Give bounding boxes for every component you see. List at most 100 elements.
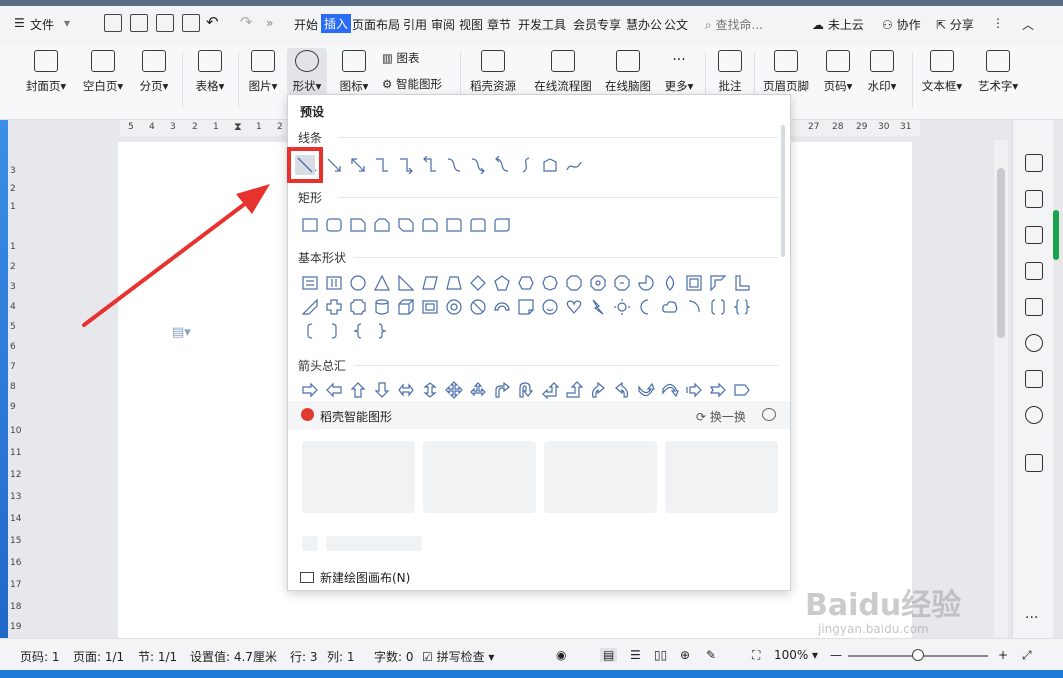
left-right-arrow-shape[interactable] <box>394 378 418 402</box>
tab-smart-office[interactable]: 慧办公 <box>626 16 662 33</box>
folded-corner-shape[interactable] <box>514 295 538 319</box>
cube-shape[interactable] <box>394 295 418 319</box>
fit-page-icon[interactable]: ⛶ <box>752 648 760 663</box>
docer-resources-button[interactable]: 稻壳资源 <box>466 48 520 94</box>
textbox-button[interactable]: 文本框▾ <box>918 48 966 94</box>
pen-icon[interactable] <box>1025 190 1043 208</box>
right-bracket-shape[interactable] <box>322 319 346 343</box>
paragraph-options-icon[interactable]: ▤▾ <box>172 325 191 340</box>
can-shape[interactable] <box>370 295 394 319</box>
elbow-connector-shape[interactable] <box>370 153 394 177</box>
word-count-status[interactable]: 字数: 0 <box>374 648 414 665</box>
new-canvas-button[interactable]: 新建绘图画布(N) <box>300 569 410 586</box>
round-corner-rectangle-shape[interactable] <box>442 213 466 237</box>
print-icon[interactable] <box>156 14 174 32</box>
curved-left-arrow-shape[interactable] <box>610 378 634 402</box>
smart-art-button[interactable]: ⚙ 智能图形 <box>382 76 442 92</box>
wordart-button[interactable]: 艺术字▾ <box>974 48 1022 94</box>
left-bracket-shape[interactable] <box>298 319 322 343</box>
diamond-shape[interactable] <box>466 271 490 295</box>
double-arrow-line-shape[interactable] <box>346 153 370 177</box>
snip-same-side-rectangle-shape[interactable] <box>370 213 394 237</box>
teardrop-shape[interactable] <box>658 271 682 295</box>
cursor-icon[interactable] <box>1025 226 1043 244</box>
freeform-shape[interactable] <box>538 153 562 177</box>
table-button[interactable]: 表格▾ <box>190 48 230 94</box>
smart-shape-card[interactable] <box>544 441 657 513</box>
donut-shape[interactable] <box>442 295 466 319</box>
triangle-shape[interactable] <box>370 271 394 295</box>
oval-shape[interactable] <box>346 271 370 295</box>
curved-right-arrow-shape[interactable] <box>586 378 610 402</box>
plaque-shape[interactable] <box>346 295 370 319</box>
preview-icon[interactable] <box>182 14 200 32</box>
heart-shape[interactable] <box>562 295 586 319</box>
curved-down-arrow-shape[interactable] <box>658 378 682 402</box>
round-same-side-rectangle-shape[interactable] <box>466 213 490 237</box>
no-symbol-shape[interactable] <box>466 295 490 319</box>
round-diagonal-rectangle-shape[interactable] <box>490 213 514 237</box>
curve-shape[interactable] <box>514 153 538 177</box>
moon-shape[interactable] <box>634 295 658 319</box>
reading-view-icon[interactable]: ▯▯ <box>654 648 667 662</box>
vertical-scrollbar[interactable] <box>994 140 1008 638</box>
undo-icon[interactable]: ↶ <box>206 13 219 31</box>
snip-diagonal-rectangle-shape[interactable] <box>394 213 418 237</box>
flowchart-button[interactable]: 在线流程图 <box>532 48 594 94</box>
zoom-dropdown-icon[interactable]: ▾ <box>812 648 818 662</box>
decagon-shape[interactable] <box>586 271 610 295</box>
left-arrow-shape[interactable] <box>322 378 346 402</box>
eye-protection-icon[interactable]: ◉ <box>556 648 566 662</box>
up-arrow-shape[interactable] <box>346 378 370 402</box>
zoom-in-button[interactable]: + <box>998 648 1008 662</box>
curved-double-arrow-connector-shape[interactable] <box>490 153 514 177</box>
collab-button[interactable]: ⚇ 协作 <box>882 16 921 33</box>
page-view-icon[interactable]: ▤ <box>600 648 618 662</box>
book-icon[interactable] <box>1025 370 1043 388</box>
bevel-shape[interactable] <box>418 295 442 319</box>
right-arrow-shape[interactable] <box>298 378 322 402</box>
tab-view[interactable]: 视图 <box>459 16 483 33</box>
blank-page-button[interactable]: 空白页▾ <box>79 48 127 94</box>
pentagon-shape[interactable] <box>490 271 514 295</box>
export-icon[interactable] <box>130 14 148 32</box>
striped-right-arrow-shape[interactable] <box>682 378 706 402</box>
notched-right-arrow-shape[interactable] <box>706 378 730 402</box>
header-footer-button[interactable]: 页眉页脚 <box>760 48 812 94</box>
arrow-line-shape[interactable] <box>322 153 346 177</box>
heptagon-shape[interactable] <box>538 271 562 295</box>
elbow-double-arrow-connector-shape[interactable] <box>418 153 442 177</box>
up-down-arrow-shape[interactable] <box>418 378 442 402</box>
vertical-text-box-shape[interactable] <box>322 271 346 295</box>
left-brace-shape[interactable] <box>346 319 370 343</box>
zoom-level[interactable]: 100% <box>774 648 808 662</box>
left-up-arrow-shape[interactable] <box>538 378 562 402</box>
rectangle-shape[interactable] <box>298 213 322 237</box>
smiley-face-shape[interactable] <box>538 295 562 319</box>
hexagon-shape[interactable] <box>514 271 538 295</box>
bent-up-arrow-shape[interactable] <box>562 378 586 402</box>
help-icon[interactable] <box>1025 406 1043 424</box>
tab-references[interactable]: 引用 <box>403 16 427 33</box>
down-arrow-shape[interactable] <box>370 378 394 402</box>
rocket-icon[interactable] <box>1025 154 1043 172</box>
web-view-icon[interactable]: ⊕ <box>680 648 690 662</box>
dropdown-scrollbar[interactable] <box>781 125 785 257</box>
parallelogram-shape[interactable] <box>418 271 442 295</box>
image-tools-icon[interactable] <box>1025 298 1043 316</box>
more-icon[interactable]: » <box>266 16 273 30</box>
elbow-arrow-connector-shape[interactable] <box>394 153 418 177</box>
outline-view-icon[interactable]: ☰ <box>630 648 641 662</box>
lightning-bolt-shape[interactable] <box>586 295 610 319</box>
scrollbar-thumb[interactable] <box>997 168 1005 338</box>
tab-review[interactable]: 审阅 <box>431 16 455 33</box>
double-bracket-shape[interactable] <box>706 295 730 319</box>
tab-member[interactable]: 会员专享 <box>573 16 621 33</box>
scribble-shape[interactable] <box>562 153 586 177</box>
arc-shape[interactable] <box>682 295 706 319</box>
frame-shape[interactable] <box>682 271 706 295</box>
page-break-button[interactable]: 分页▾ <box>134 48 174 94</box>
left-right-up-arrow-shape[interactable] <box>466 378 490 402</box>
picture-button[interactable]: 图片▾ <box>243 48 283 94</box>
dodecagon-shape[interactable] <box>610 271 634 295</box>
